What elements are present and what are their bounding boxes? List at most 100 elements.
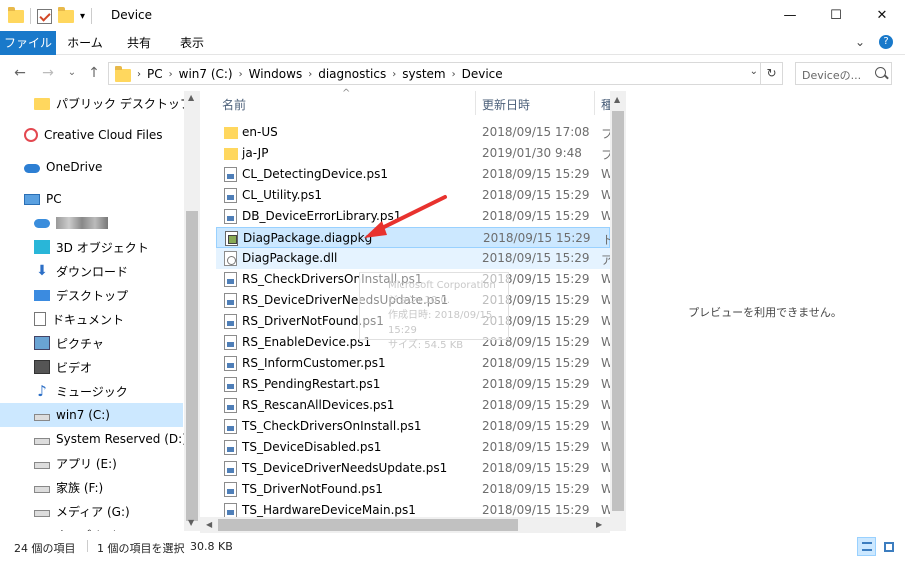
- sidebar-item[interactable]: デスクトップ: [0, 283, 183, 307]
- download-icon: ⬇: [36, 263, 48, 279]
- sidebar-item-label: 家族 (F:): [56, 480, 104, 495]
- sidebar-item[interactable]: ⬇ ダウンロード: [0, 259, 183, 283]
- breadcrumb-separator: ›: [238, 68, 243, 80]
- file-row[interactable]: en-US 2018/09/15 17:08 フ: [216, 122, 610, 143]
- sidebar-item[interactable]: [0, 211, 183, 235]
- breadcrumb-diagnostics[interactable]: diagnostics: [318, 67, 386, 81]
- sidebar-item[interactable]: ドキュメント: [0, 307, 183, 331]
- large-icons-view-button[interactable]: [879, 537, 898, 556]
- back-button[interactable]: ←: [10, 64, 30, 82]
- videos-icon: [34, 360, 50, 374]
- file-name: TS_DriverNotFound.ps1: [242, 482, 383, 496]
- sort-ascending-icon: ^: [342, 88, 351, 99]
- file-type: W: [601, 419, 610, 433]
- sidebar-item[interactable]: ビデオ: [0, 355, 183, 379]
- customize-qat-icon[interactable]: ▾: [80, 11, 85, 22]
- scroll-left-icon[interactable]: ◀: [206, 520, 212, 529]
- breadcrumb-system[interactable]: system: [402, 67, 445, 81]
- file-row[interactable]: CL_Utility.ps1 2018/09/15 15:29 W: [216, 185, 610, 206]
- file-row[interactable]: CL_DetectingDevice.ps1 2018/09/15 15:29 W: [216, 164, 610, 185]
- sidebar-item[interactable]: System Reserved (D:): [0, 427, 187, 451]
- file-row[interactable]: DiagPackage.diagpkg 2018/09/15 15:29 ト: [216, 227, 610, 248]
- sidebar-item[interactable]: Creative Cloud Files: [0, 123, 183, 147]
- file-date: 2018/09/15 15:29: [482, 251, 590, 265]
- file-row[interactable]: ja-JP 2019/01/30 9:48 フ: [216, 143, 610, 164]
- sidebar-item[interactable]: PC: [0, 187, 183, 211]
- address-bar[interactable]: › PC › win7 (C:) › Windows › diagnostics…: [108, 62, 783, 85]
- scroll-up-icon[interactable]: ▲: [188, 93, 194, 102]
- expand-ribbon-icon[interactable]: ⌄: [855, 35, 865, 49]
- tab-view[interactable]: 表示: [166, 31, 218, 55]
- sidebar-item[interactable]: 家族 (F:): [0, 475, 183, 499]
- sidebar-item[interactable]: パブリック デスクトップ: [0, 91, 192, 115]
- properties-icon[interactable]: [37, 8, 52, 24]
- file-name: TS_HardwareDeviceMain.ps1: [242, 503, 416, 517]
- breadcrumb-separator: ›: [308, 68, 313, 80]
- folder-icon[interactable]: [8, 6, 24, 23]
- file-name: DiagPackage.dll: [242, 251, 338, 265]
- refresh-button[interactable]: ↻: [760, 63, 782, 84]
- sidebar-item[interactable]: OneDrive: [0, 155, 183, 179]
- maximize-button[interactable]: ☐: [813, 0, 859, 31]
- file-list-scrollbar[interactable]: ▲: [610, 91, 626, 531]
- file-type: W: [601, 482, 610, 496]
- file-row[interactable]: RS_PendingRestart.ps1 2018/09/15 15:29 W: [216, 374, 610, 395]
- file-row[interactable]: TS_DeviceDisabled.ps1 2018/09/15 15:29 W: [216, 437, 610, 458]
- forward-button[interactable]: →: [38, 64, 58, 82]
- up-button[interactable]: ↑: [84, 64, 104, 82]
- redacted-label: [56, 217, 108, 229]
- sidebar-item[interactable]: メディア (G:): [0, 499, 183, 523]
- address-dropdown-icon[interactable]: ⌄: [750, 66, 758, 77]
- file-row[interactable]: TS_DeviceDriverNeedsUpdate.ps1 2018/09/15…: [216, 458, 610, 479]
- sidebar-item[interactable]: ウーブ (H:): [0, 523, 183, 532]
- tab-home[interactable]: ホーム: [60, 31, 110, 55]
- sidebar-item[interactable]: ♪ ミュージック: [0, 379, 183, 403]
- scroll-right-icon[interactable]: ▶: [596, 520, 602, 529]
- file-type: フ: [601, 127, 610, 141]
- column-divider[interactable]: [475, 91, 476, 115]
- navigation-scrollbar[interactable]: ▲ ▼: [184, 91, 200, 531]
- file-row[interactable]: RS_InformCustomer.ps1 2018/09/15 15:29 W: [216, 353, 610, 374]
- breadcrumb-windows[interactable]: Windows: [249, 67, 303, 81]
- file-row[interactable]: DB_DeviceErrorLibrary.ps1 2018/09/15 15:2…: [216, 206, 610, 227]
- powershell-file-icon: [224, 377, 237, 392]
- file-row[interactable]: DiagPackage.dll 2018/09/15 15:29 ア: [216, 248, 610, 269]
- breadcrumb-device[interactable]: Device: [462, 67, 503, 81]
- sidebar-item-label: ウーブ (H:): [56, 527, 118, 532]
- horizontal-scrollbar[interactable]: ◀ ▶: [200, 517, 610, 533]
- column-divider[interactable]: [594, 91, 595, 115]
- file-date: 2018/09/15 15:29: [482, 209, 590, 223]
- sidebar-item[interactable]: 3D オブジェクト: [0, 235, 183, 259]
- breadcrumb-c-drive[interactable]: win7 (C:): [179, 67, 233, 81]
- column-date[interactable]: 更新日時: [482, 96, 530, 113]
- scrollbar-thumb[interactable]: [612, 111, 624, 511]
- minimize-button[interactable]: —: [767, 0, 813, 31]
- file-type: W: [601, 167, 610, 181]
- help-icon[interactable]: ?: [879, 35, 893, 49]
- sidebar-item-label: OneDrive: [46, 160, 103, 174]
- column-name[interactable]: 名前: [222, 96, 246, 113]
- close-button[interactable]: ✕: [859, 0, 905, 31]
- search-input[interactable]: Deviceの...: [795, 62, 892, 85]
- scroll-down-icon[interactable]: ▼: [188, 518, 194, 527]
- scrollbar-thumb[interactable]: [218, 519, 518, 531]
- file-type: W: [601, 461, 610, 475]
- file-row[interactable]: TS_CheckDriversOnInstall.ps1 2018/09/15 1…: [216, 416, 610, 437]
- recent-locations-button[interactable]: ⌄: [62, 64, 82, 82]
- sidebar-item[interactable]: ピクチャ: [0, 331, 183, 355]
- sidebar-item-label: PC: [46, 192, 62, 206]
- tab-file[interactable]: ファイル: [0, 31, 56, 55]
- file-date: 2018/09/15 15:29: [482, 167, 590, 181]
- new-folder-icon[interactable]: [58, 6, 74, 23]
- search-icon: [875, 67, 886, 78]
- tab-share[interactable]: 共有: [114, 31, 164, 55]
- sidebar-item[interactable]: win7 (C:): [0, 403, 183, 427]
- breadcrumb-pc[interactable]: PC: [147, 67, 163, 81]
- scrollbar-thumb[interactable]: [186, 211, 198, 521]
- powershell-file-icon: [224, 398, 237, 413]
- file-row[interactable]: RS_RescanAllDevices.ps1 2018/09/15 15:29 W: [216, 395, 610, 416]
- scroll-up-icon[interactable]: ▲: [614, 95, 620, 104]
- file-row[interactable]: TS_DriverNotFound.ps1 2018/09/15 15:29 W: [216, 479, 610, 500]
- sidebar-item[interactable]: アプリ (E:): [0, 451, 183, 475]
- details-view-button[interactable]: [857, 537, 876, 556]
